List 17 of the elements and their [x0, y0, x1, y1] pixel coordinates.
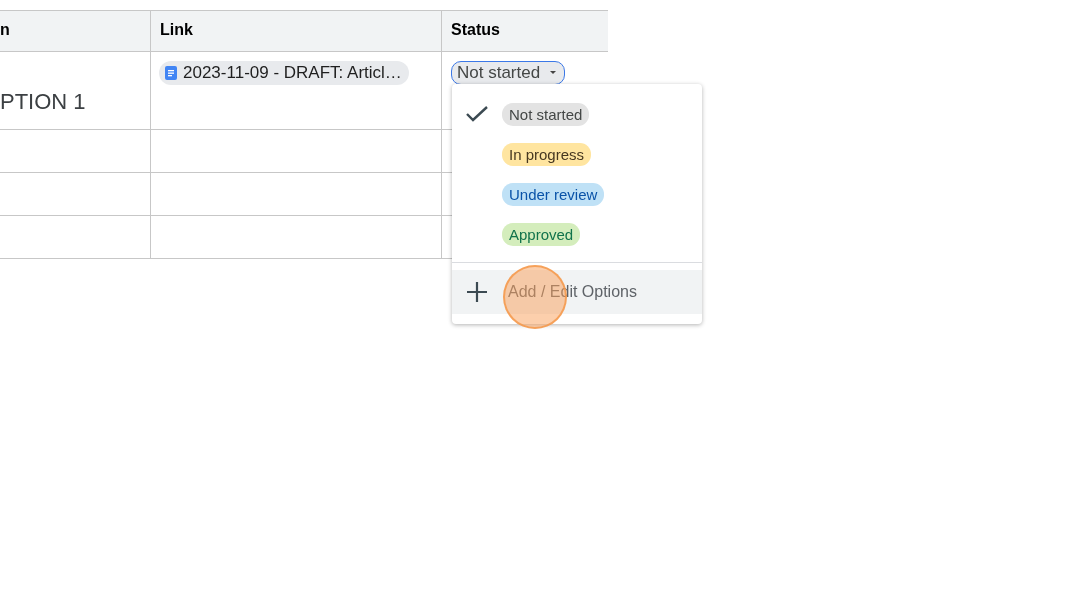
status-option[interactable]: Under review [452, 174, 702, 214]
column-header: Status [441, 11, 608, 51]
status-chip: Approved [502, 222, 581, 246]
status-option[interactable]: Approved [452, 214, 702, 254]
column-header: Link [150, 11, 441, 51]
caret-icon [550, 71, 557, 75]
status-option[interactable]: In progress [452, 134, 702, 174]
status-option[interactable]: Not started [452, 94, 702, 134]
status-chip: In progress [502, 142, 592, 166]
column-header: n [0, 20, 11, 40]
status-chip: Under review [502, 182, 605, 206]
status-dropdown[interactable]: Not started [451, 61, 566, 85]
status-chip: Not started [502, 102, 590, 126]
document-icon [165, 66, 177, 80]
plus-icon [466, 281, 488, 303]
document-link-chip[interactable]: 2023-11-09 - DRAFT: Articl… [159, 61, 409, 85]
table-cell: PTION 1 [0, 89, 86, 115]
